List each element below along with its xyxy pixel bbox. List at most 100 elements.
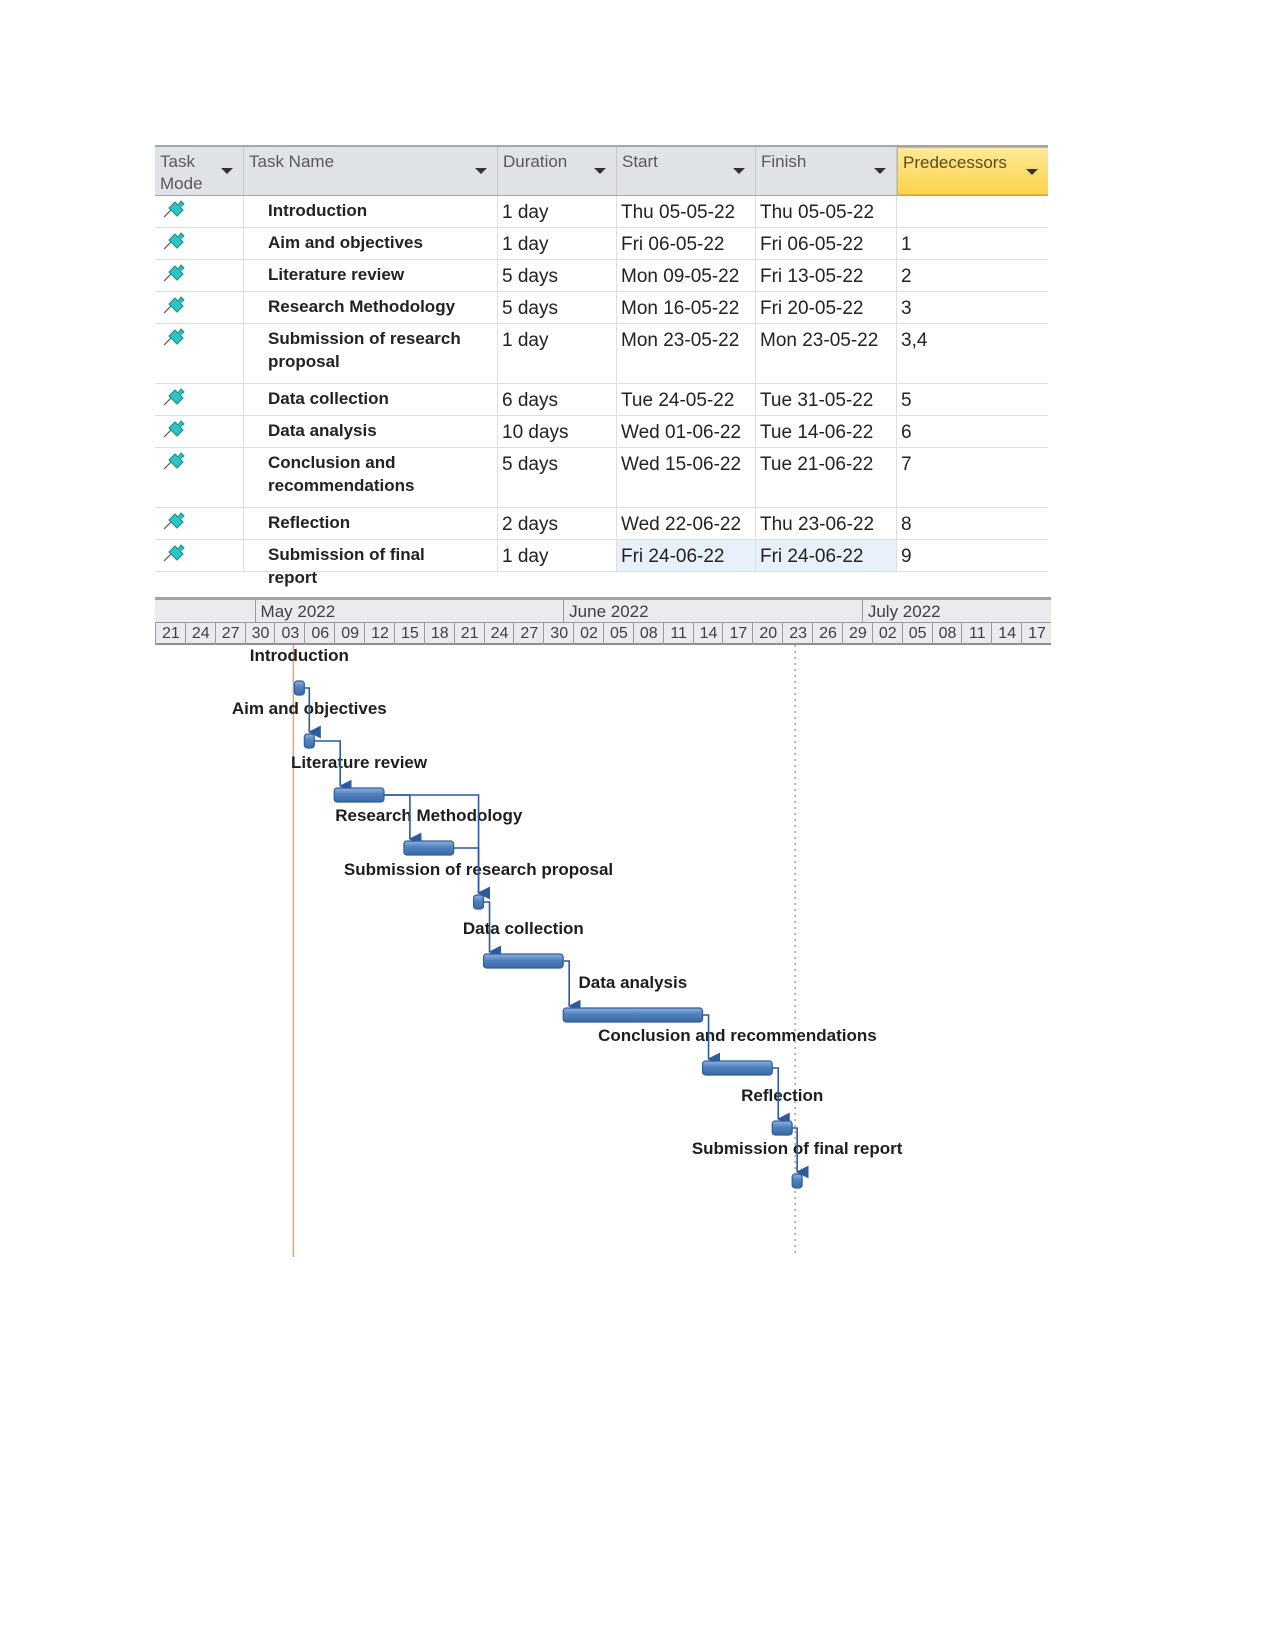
duration-cell[interactable]: 2 days	[498, 508, 617, 539]
predecessors-cell[interactable]: 2	[897, 260, 1048, 291]
predecessors-cell[interactable]: 3	[897, 292, 1048, 323]
start-cell[interactable]: Fri 24-06-22	[617, 540, 756, 571]
table-row[interactable]: Submission of final report 1 day Fri 24-06…	[155, 540, 1048, 587]
start-cell[interactable]: Mon 09-05-22	[617, 260, 756, 291]
column-header-predecessors[interactable]: Predecessors	[897, 147, 1048, 195]
task-name-cell[interactable]: Conclusion and recommendations	[244, 448, 498, 507]
column-header-task-mode[interactable]: Task Mode	[155, 147, 244, 195]
start-cell[interactable]: Wed 22-06-22	[617, 508, 756, 539]
gantt-chart: May 2022 June 2022 July 2022 21 24 27 30 03 06 0…	[155, 597, 1051, 1257]
start-cell[interactable]: Mon 23-05-22	[617, 324, 756, 383]
task-mode-cell[interactable]	[155, 508, 244, 539]
start-cell[interactable]: Wed 15-06-22	[617, 448, 756, 507]
duration-cell[interactable]: 5 days	[498, 292, 617, 323]
start-cell[interactable]: Tue 24-05-22	[617, 384, 756, 415]
duration-cell[interactable]: 10 days	[498, 416, 617, 447]
predecessors-cell[interactable]: 9	[897, 540, 1048, 571]
task-bar	[303, 733, 315, 749]
task-name-cell[interactable]: Literature review	[244, 260, 498, 291]
column-header-finish[interactable]: Finish	[756, 147, 897, 195]
table-header: Task Mode Task Name Duration Start Finis…	[155, 147, 1048, 196]
manual-pin-icon	[161, 324, 187, 348]
finish-cell[interactable]: Fri 13-05-22	[756, 260, 897, 291]
task-name-cell[interactable]: Submission of research proposal	[244, 324, 498, 383]
predecessors-cell[interactable]: 6	[897, 416, 1048, 447]
table-row[interactable]: Data collection 6 days Tue 24-05-22 Tue 31-…	[155, 384, 1048, 416]
column-header-start[interactable]: Start	[617, 147, 756, 195]
task-mode-cell[interactable]	[155, 228, 244, 259]
task-bar-label: Research Methodology	[335, 806, 523, 825]
manual-pin-icon	[161, 416, 187, 440]
duration-cell[interactable]: 1 day	[498, 228, 617, 259]
manual-pin-icon	[161, 228, 187, 252]
task-mode-cell[interactable]	[155, 448, 244, 507]
table-row[interactable]: Literature review 5 days Mon 09-05-22 Fri 1…	[155, 260, 1048, 292]
task-name-cell[interactable]: Aim and objectives	[244, 228, 498, 259]
predecessors-cell[interactable]: 5	[897, 384, 1048, 415]
finish-cell[interactable]: Fri 20-05-22	[756, 292, 897, 323]
task-name-cell[interactable]: Submission of final report	[244, 540, 498, 587]
predecessors-cell[interactable]: 3,4	[897, 324, 1048, 383]
duration-cell[interactable]: 1 day	[498, 324, 617, 383]
filter-dropdown-icon[interactable]	[475, 168, 487, 174]
task-bar-label: Introduction	[250, 646, 349, 665]
finish-cell[interactable]: Tue 14-06-22	[756, 416, 897, 447]
task-mode-cell[interactable]	[155, 416, 244, 447]
finish-cell[interactable]: Tue 21-06-22	[756, 448, 897, 507]
finish-cell[interactable]: Mon 23-05-22	[756, 324, 897, 383]
manual-pin-icon	[161, 540, 187, 564]
finish-cell[interactable]: Fri 06-05-22	[756, 228, 897, 259]
duration-cell[interactable]: 5 days	[498, 448, 617, 507]
task-bar	[701, 1060, 773, 1076]
predecessors-cell[interactable]: 8	[897, 508, 1048, 539]
task-mode-cell[interactable]	[155, 384, 244, 415]
task-name-cell[interactable]: Introduction	[244, 196, 498, 227]
task-name-cell[interactable]: Data analysis	[244, 416, 498, 447]
start-cell[interactable]: Thu 05-05-22	[617, 196, 756, 227]
finish-cell[interactable]: Fri 24-06-22	[756, 540, 897, 571]
table-row[interactable]: Reflection 2 days Wed 22-06-22 Thu 23-06-22…	[155, 508, 1048, 540]
task-bar-label: Reflection	[741, 1086, 823, 1105]
filter-dropdown-icon[interactable]	[874, 168, 886, 174]
predecessors-cell[interactable]: 1	[897, 228, 1048, 259]
duration-cell[interactable]: 1 day	[498, 540, 617, 571]
start-cell[interactable]: Fri 06-05-22	[617, 228, 756, 259]
task-mode-cell[interactable]	[155, 196, 244, 227]
finish-cell[interactable]: Tue 31-05-22	[756, 384, 897, 415]
start-cell[interactable]: Wed 01-06-22	[617, 416, 756, 447]
finish-cell[interactable]: Thu 23-06-22	[756, 508, 897, 539]
manual-pin-icon	[161, 260, 187, 284]
finish-cell[interactable]: Thu 05-05-22	[756, 196, 897, 227]
table-row[interactable]: Introduction 1 day Thu 05-05-22 Thu 05-05-2…	[155, 196, 1048, 228]
table-row[interactable]: Submission of research proposal 1 day Mon …	[155, 324, 1048, 384]
table-row[interactable]: Conclusion and recommendations 5 days Wed …	[155, 448, 1048, 508]
filter-dropdown-icon[interactable]	[221, 168, 233, 174]
task-mode-cell[interactable]	[155, 292, 244, 323]
column-header-task-name[interactable]: Task Name	[244, 147, 498, 195]
predecessors-cell[interactable]: 7	[897, 448, 1048, 507]
task-bar	[482, 953, 564, 969]
filter-dropdown-icon[interactable]	[594, 168, 606, 174]
table-row[interactable]: Data analysis 10 days Wed 01-06-22 Tue 14-0…	[155, 416, 1048, 448]
filter-dropdown-icon[interactable]	[1026, 169, 1038, 175]
task-mode-cell[interactable]	[155, 324, 244, 383]
predecessors-cell[interactable]	[897, 196, 1048, 227]
task-mode-cell[interactable]	[155, 260, 244, 291]
manual-pin-icon	[161, 384, 187, 408]
start-cell[interactable]: Mon 16-05-22	[617, 292, 756, 323]
task-bar	[333, 787, 385, 803]
column-header-duration[interactable]: Duration	[498, 147, 617, 195]
task-name-cell[interactable]: Data collection	[244, 384, 498, 415]
table-row[interactable]: Aim and objectives 1 day Fri 06-05-22 Fri 0…	[155, 228, 1048, 260]
task-mode-cell[interactable]	[155, 540, 244, 571]
manual-pin-icon	[161, 508, 187, 532]
task-bar-label: Data collection	[463, 919, 584, 938]
task-name-cell[interactable]: Research Methodology	[244, 292, 498, 323]
duration-cell[interactable]: 5 days	[498, 260, 617, 291]
task-bar	[403, 840, 455, 856]
task-name-cell[interactable]: Reflection	[244, 508, 498, 539]
filter-dropdown-icon[interactable]	[733, 168, 745, 174]
duration-cell[interactable]: 1 day	[498, 196, 617, 227]
table-row[interactable]: Research Methodology 5 days Mon 16-05-22 Fr…	[155, 292, 1048, 324]
duration-cell[interactable]: 6 days	[498, 384, 617, 415]
